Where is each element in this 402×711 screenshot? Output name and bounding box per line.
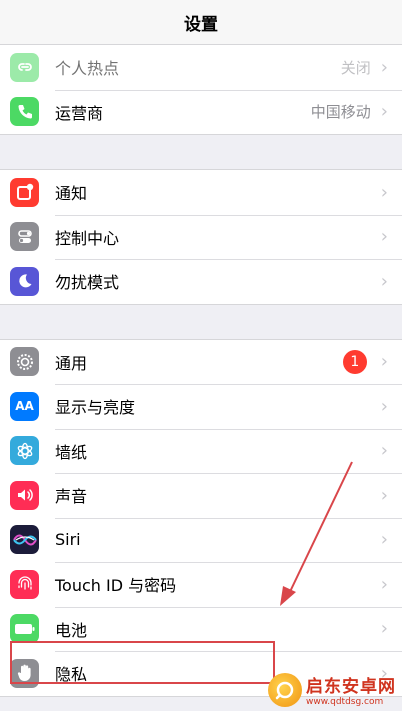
watermark-title: 启东安卓网 (306, 677, 396, 697)
group-separator (0, 135, 402, 169)
settings-row-label: 个人热点 (55, 59, 120, 79)
chevron-right-icon: › (380, 226, 388, 248)
chevron-right-icon: › (380, 101, 388, 123)
settings-row-general[interactable]: 通用 1 › (0, 340, 402, 385)
settings-row-label: 通知 (55, 184, 88, 204)
settings-row-siri[interactable]: Siri › (0, 517, 402, 563)
watermark-text: 启东安卓网 www.qdtdsg.com (306, 672, 396, 707)
speaker-icon (10, 480, 39, 510)
settings-row-hotspot[interactable]: 个人热点 关闭 › (0, 45, 402, 90)
privacy-highlight-box (10, 641, 275, 684)
chevron-right-icon: › (380, 484, 388, 506)
display-icon: AA (10, 391, 39, 421)
fingerprint-icon (10, 569, 39, 599)
watermark-url: www.qdtdsg.com (306, 697, 384, 707)
update-badge: 1 (342, 349, 367, 374)
settings-group-network: 个人热点 关闭 › 运营商 中国移动 › (0, 45, 402, 135)
settings-row-display-brightness[interactable]: AA 显示与亮度 › (0, 384, 402, 429)
moon-icon (10, 266, 39, 296)
settings-row-touch-id[interactable]: Touch ID 与密码 › (0, 562, 402, 607)
siri-icon (10, 525, 39, 555)
settings-row-label: Siri (55, 530, 81, 550)
settings-row-label: 勿扰模式 (55, 273, 120, 293)
settings-row-control-center[interactable]: 控制中心 › (0, 214, 402, 260)
settings-row-sounds[interactable]: 声音 › (0, 473, 402, 518)
settings-row-wallpaper[interactable]: 墙纸 › (0, 428, 402, 474)
notifications-icon (10, 177, 39, 207)
chevron-right-icon: › (380, 529, 388, 551)
hotspot-icon (10, 52, 39, 82)
chevron-right-icon: › (380, 440, 388, 462)
gear-icon (10, 347, 39, 377)
watermark-logo-icon (268, 672, 302, 707)
nav-bar: 设置 (0, 0, 402, 45)
chevron-right-icon: › (380, 56, 388, 78)
settings-row-value: 关闭 (340, 58, 371, 77)
group-separator (0, 304, 402, 339)
settings-row-carrier[interactable]: 运营商 中国移动 › (0, 89, 402, 135)
settings-row-value: 中国移动 (310, 103, 371, 122)
settings-row-label: Touch ID 与密码 (55, 576, 177, 596)
settings-row-label: 显示与亮度 (55, 398, 136, 418)
settings-row-label: 控制中心 (55, 228, 120, 248)
chevron-right-icon: › (380, 395, 388, 417)
wallpaper-icon (10, 436, 39, 466)
chevron-right-icon: › (380, 270, 388, 292)
battery-icon (10, 614, 39, 644)
settings-row-notifications[interactable]: 通知 › (0, 170, 402, 215)
settings-row-label: 声音 (55, 487, 88, 507)
settings-row-label: 运营商 (55, 103, 104, 123)
settings-row-label: 墙纸 (55, 442, 88, 462)
settings-group-alerts: 通知 › 控制中心 › 勿扰模式 › (0, 169, 402, 305)
watermark: 启东安卓网 www.qdtdsg.com (268, 672, 396, 707)
phone-icon (10, 97, 39, 127)
chevron-right-icon: › (380, 573, 388, 595)
settings-row-label: 通用 (55, 353, 88, 373)
chevron-right-icon: › (380, 181, 388, 203)
page-title: 设置 (184, 14, 218, 35)
chevron-right-icon: › (380, 351, 388, 373)
settings-row-do-not-disturb[interactable]: 勿扰模式 › (0, 259, 402, 304)
display-icon-text: AA (15, 399, 34, 414)
control-center-icon (10, 222, 39, 252)
chevron-right-icon: › (380, 618, 388, 640)
settings-row-label: 电池 (55, 620, 88, 640)
